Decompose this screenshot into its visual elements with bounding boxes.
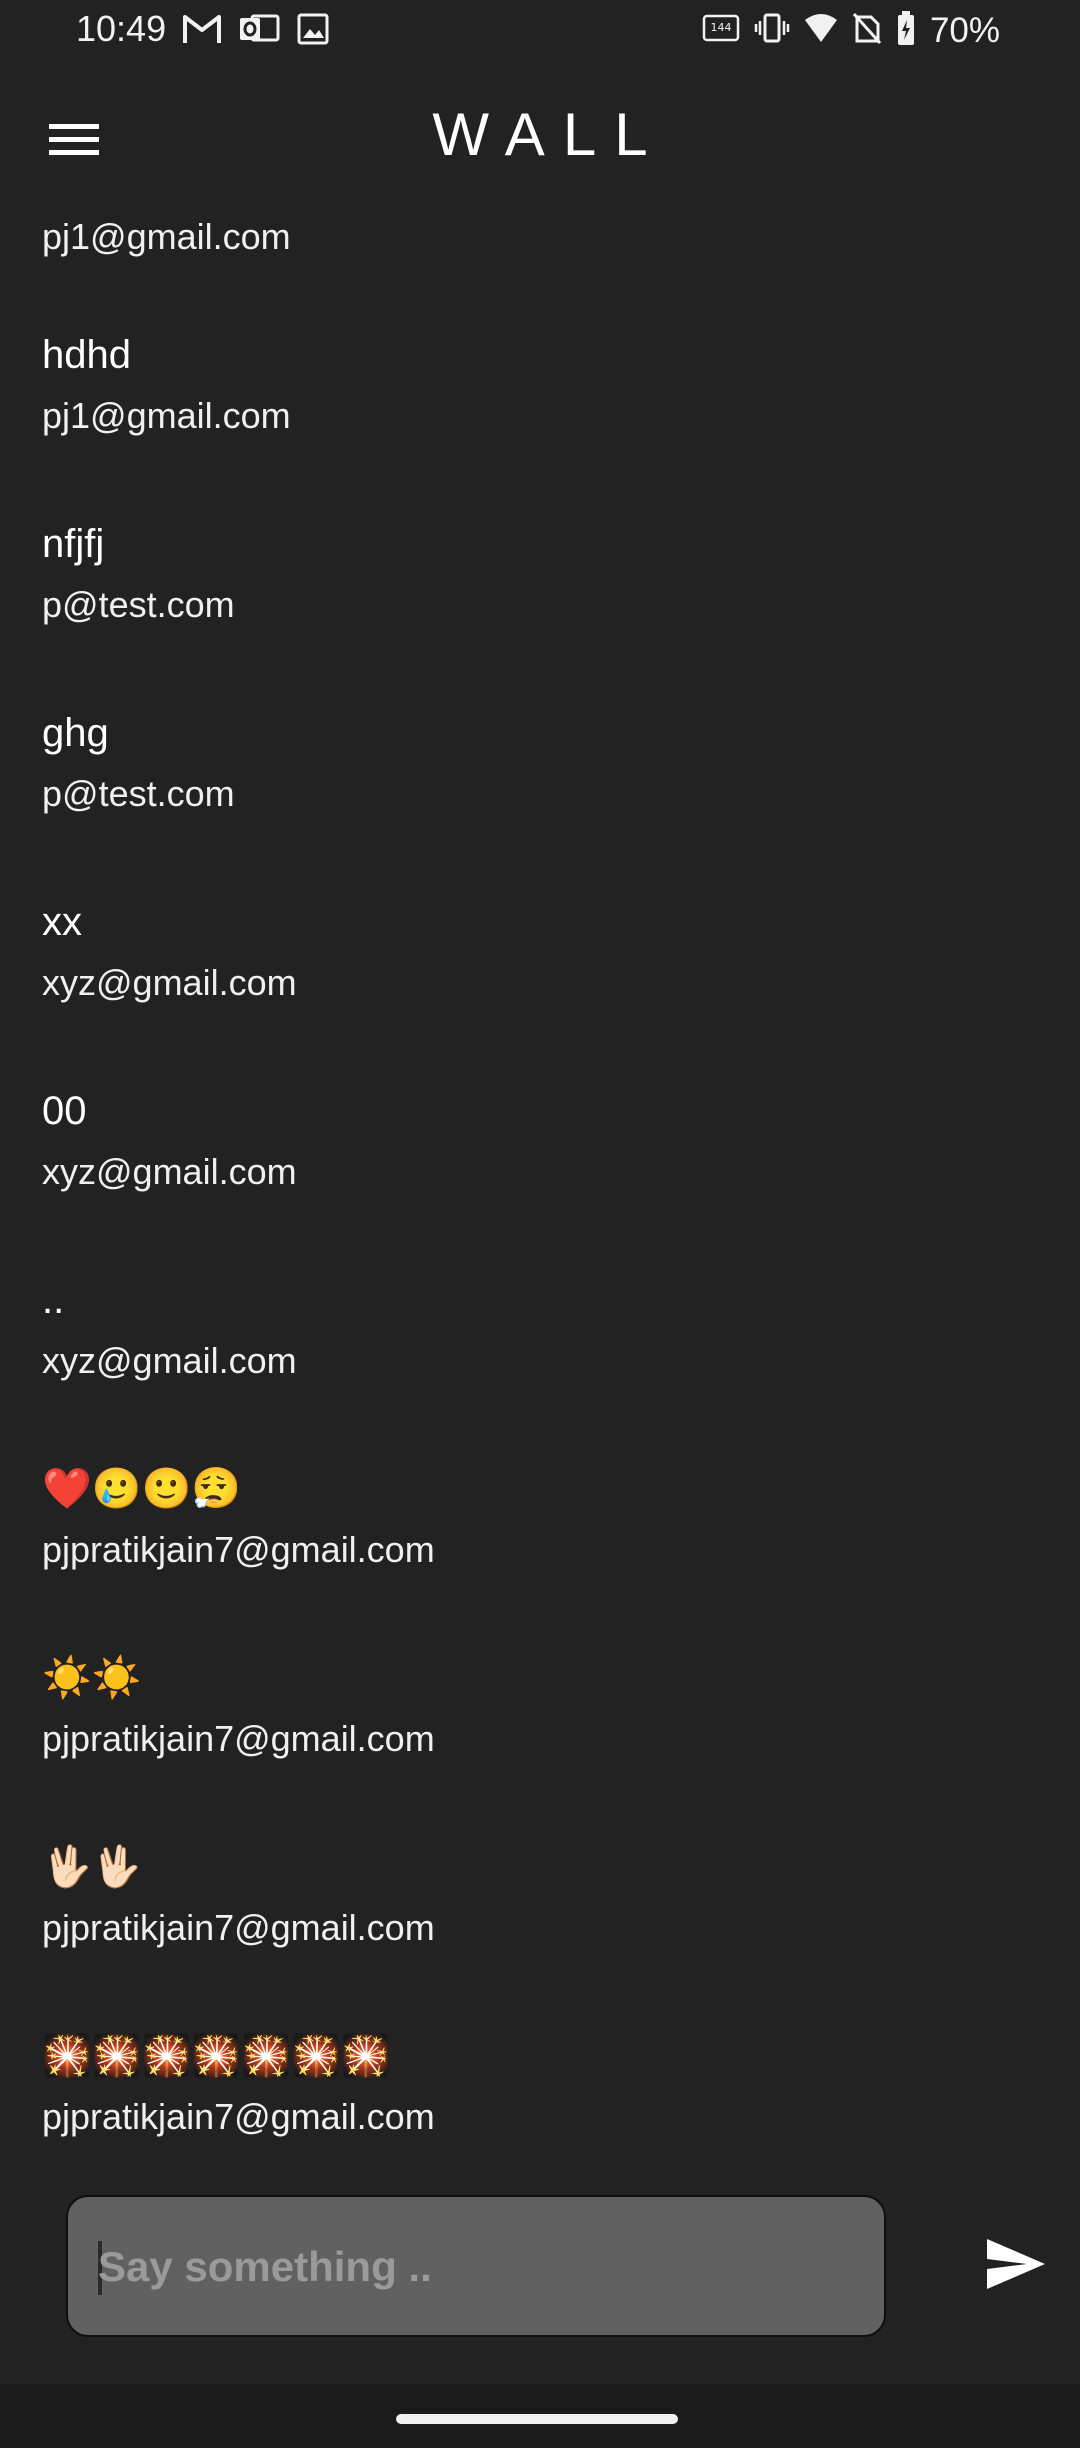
status-time: 10:49 [76, 8, 167, 49]
app-bar: WALL [0, 60, 1080, 210]
message-item: ghg p@test.com [42, 707, 1042, 817]
wifi-icon [804, 12, 838, 49]
message-text: 00 [42, 1089, 87, 1133]
vibrate-icon [754, 12, 790, 49]
refresh-rate-144hz-icon: 144 [702, 13, 740, 48]
message-email: xyz@gmail.com [42, 1340, 297, 1381]
message-text: ❤️🥲🙂😮‍💨 [42, 1467, 242, 1511]
battery-percentage: 70% [929, 10, 1000, 50]
message-item: ❤️🥲🙂😮‍💨 pjpratikjain7@gmail.com [42, 1463, 1042, 1573]
message-item: ☀️☀️ pjpratikjain7@gmail.com [42, 1652, 1042, 1762]
message-email: p@test.com [42, 584, 235, 625]
message-text: hdhd [42, 333, 131, 377]
message-input-box[interactable] [66, 2195, 886, 2337]
no-sim-icon [852, 11, 882, 50]
message-text: .. [42, 1278, 65, 1322]
message-text: 🎇🎇🎇🎇🎇🎇🎇 [42, 2034, 391, 2078]
page-title: WALL [432, 101, 666, 168]
status-left-icons [182, 12, 330, 51]
message-item: 00 xyz@gmail.com [42, 1085, 1042, 1195]
message-email: pjpratikjain7@gmail.com [42, 1529, 435, 1570]
send-button[interactable] [976, 2226, 1056, 2306]
message-email: pj1@gmail.com [42, 216, 291, 257]
message-text: 🖖🏻🖖🏻 [42, 1845, 142, 1889]
message-email: xyz@gmail.com [42, 962, 297, 1003]
home-gesture-handle[interactable] [396, 2414, 678, 2424]
status-bar: 10:49 144 70% [0, 0, 1080, 60]
battery-charging-icon [896, 10, 916, 51]
message-email: pj1@gmail.com [42, 395, 291, 436]
message-text: ☀️☀️ [42, 1656, 142, 1700]
message-item: 🖖🏻🖖🏻 pjpratikjain7@gmail.com [42, 1841, 1042, 1951]
message-item: nfjfj p@test.com [42, 518, 1042, 628]
composer [0, 2170, 1080, 2380]
svg-text:144: 144 [710, 21, 731, 34]
image-icon [296, 12, 330, 51]
message-item: .. xyz@gmail.com [42, 1274, 1042, 1384]
message-text: ghg [42, 711, 109, 755]
message-email: p@test.com [42, 773, 235, 814]
message-item: pj1@gmail.com [42, 210, 1042, 260]
outlook-icon [238, 12, 280, 51]
gmail-icon [182, 13, 222, 50]
message-text: nfjfj [42, 522, 105, 566]
message-email: pjpratikjain7@gmail.com [42, 1718, 435, 1759]
message-email: pjpratikjain7@gmail.com [42, 1907, 435, 1948]
message-email: pjpratikjain7@gmail.com [42, 2096, 435, 2137]
message-item: 🎇🎇🎇🎇🎇🎇🎇 pjpratikjain7@gmail.com [42, 2030, 1042, 2140]
message-item: hdhd pj1@gmail.com [42, 329, 1042, 439]
status-right-icons: 144 70% [702, 10, 1000, 51]
message-list[interactable]: pj1@gmail.com hdhd pj1@gmail.com nfjfj p… [0, 210, 1080, 2160]
wall-screen: 10:49 144 70% WALL pj1@gmail.com hdhd pj… [0, 0, 1080, 2448]
message-item: xx xyz@gmail.com [42, 896, 1042, 1006]
send-icon [985, 2237, 1047, 2296]
message-input[interactable] [96, 2197, 860, 2337]
message-text: xx [42, 900, 82, 944]
navigation-bar [0, 2384, 1080, 2448]
message-email: xyz@gmail.com [42, 1151, 297, 1192]
